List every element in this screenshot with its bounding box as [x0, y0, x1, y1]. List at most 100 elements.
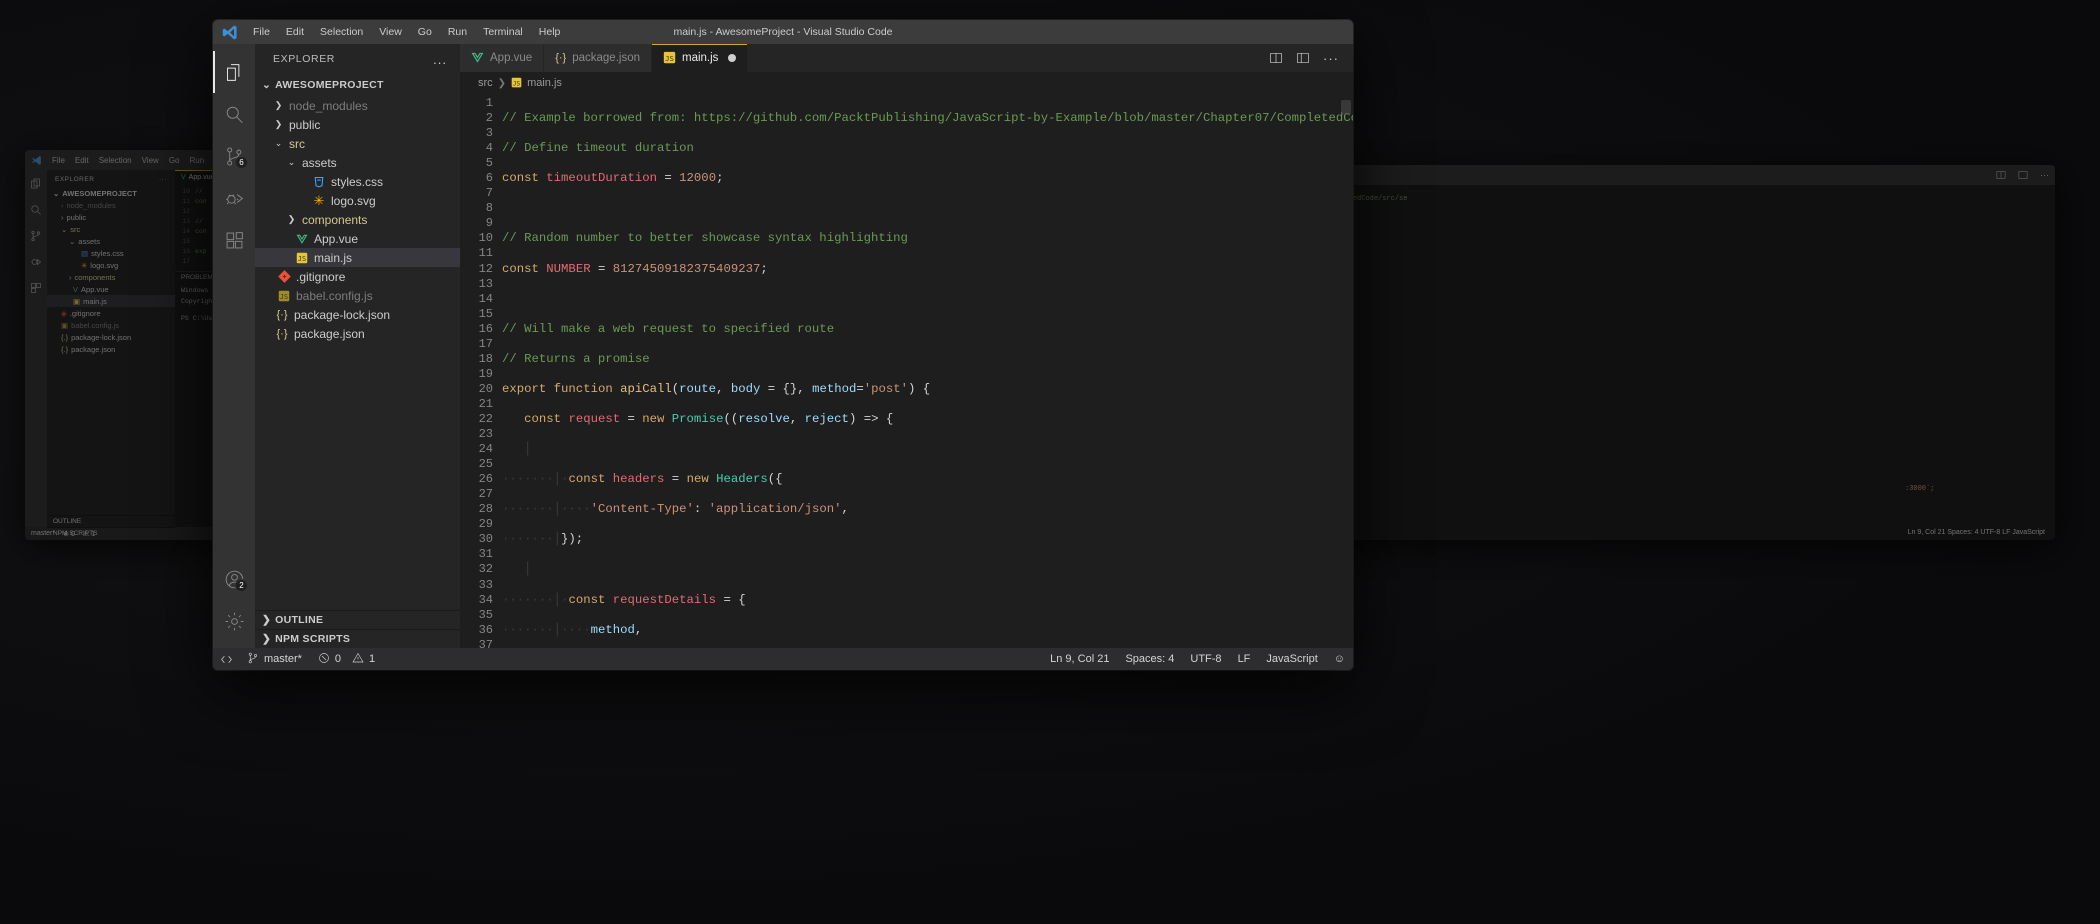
menu-file[interactable]: File — [245, 24, 278, 40]
bg-left-activity-bar[interactable] — [25, 170, 47, 527]
status-problems[interactable]: 0 1 — [310, 648, 383, 670]
activity-item-run-debug[interactable] — [213, 177, 255, 219]
vscode-main-window[interactable]: File Edit Selection View Go Run Terminal… — [213, 20, 1353, 670]
tree-root-awesomeproject[interactable]: ⌄ AWESOMEPROJECT — [255, 74, 460, 96]
breadcrumb-item-main-js[interactable]: main.js — [527, 77, 562, 89]
tab-app-vue[interactable]: App.vue — [460, 44, 545, 72]
status-cursor-position[interactable]: Ln 9, Col 21 — [1042, 648, 1117, 670]
editor-group[interactable]: App.vue {·} package.json JS main.js ··· … — [460, 44, 1353, 648]
editor-tabbar[interactable]: App.vue {·} package.json JS main.js ··· — [460, 44, 1353, 72]
bg-left-tree-item[interactable]: {.} package-lock.json — [47, 331, 175, 343]
status-indentation[interactable]: Spaces: 4 — [1117, 648, 1182, 670]
status-remote-indicator[interactable] — [213, 648, 239, 670]
bg-right-more-actions[interactable]: ··· — [2040, 170, 2049, 180]
layout-icon[interactable] — [2018, 170, 2028, 180]
activity-item-settings[interactable] — [213, 600, 255, 642]
bg-left-sidebar[interactable]: EXPLORER ··· ⌄ AWESOMEPROJECT › node_module… — [47, 170, 175, 537]
menu-terminal[interactable]: Terminal — [475, 24, 531, 40]
tree-item-logo-svg[interactable]: ✳ logo.svg — [255, 191, 460, 210]
bg-right-statusbar[interactable]: Ln 9, Col 21 Spaces: 4 UTF-8 LF JavaScri… — [1908, 529, 2045, 536]
tree-item-package-json[interactable]: {·} package.json — [255, 324, 460, 343]
bg-left-tree-item[interactable]: V App.vue — [47, 283, 175, 295]
bg-left-warnings[interactable]: ⚠ 1 — [83, 530, 95, 538]
tree-item-components[interactable]: ❯ components — [255, 210, 460, 229]
status-bar[interactable]: master* 0 1 Ln 9, Col 21 Spaces: 4 UTF-8 — [213, 648, 1353, 670]
search-icon[interactable] — [30, 204, 42, 216]
sidebar-more-actions-icon[interactable]: ... — [433, 53, 447, 66]
editor-scrollbar[interactable] — [1341, 100, 1351, 116]
tab-package-json[interactable]: {·} package.json — [544, 44, 652, 72]
bg-left-menu-view[interactable]: View — [142, 156, 159, 165]
bg-left-tree-root[interactable]: ⌄ AWESOMEPROJECT — [47, 187, 175, 199]
bg-left-errors[interactable]: ⊗ 0 — [63, 530, 75, 538]
tree-item-gitignore[interactable]: .gitignore — [255, 267, 460, 286]
bg-left-menu-file[interactable]: File — [52, 156, 65, 165]
tree-item-public[interactable]: ❯ public — [255, 115, 460, 134]
tree-item-app-vue[interactable]: App.vue — [255, 229, 460, 248]
split-editor-icon[interactable] — [1996, 170, 2006, 180]
run-debug-icon[interactable] — [30, 256, 42, 268]
bg-left-menu-edit[interactable]: Edit — [75, 156, 89, 165]
run-debug-icon — [225, 193, 243, 204]
menu-selection[interactable]: Selection — [312, 24, 371, 40]
code-content[interactable]: // Example borrowed from: https://github… — [502, 94, 1353, 648]
status-feedback-smiley-icon[interactable]: ☺ — [1326, 648, 1353, 670]
menu-edit[interactable]: Edit — [278, 24, 312, 40]
status-eol[interactable]: LF — [1230, 648, 1259, 670]
status-encoding[interactable]: UTF-8 — [1182, 648, 1229, 670]
activity-item-explorer[interactable] — [213, 51, 255, 93]
extensions-icon[interactable] — [30, 282, 42, 294]
menu-bar[interactable]: File Edit Selection View Go Run Terminal… — [245, 24, 568, 40]
status-branch[interactable]: master* — [239, 648, 310, 670]
tree-item-assets[interactable]: ⌄ assets — [255, 153, 460, 172]
activity-item-source-control[interactable]: 6 — [213, 135, 255, 177]
bg-left-tree-item[interactable]: ⌄ src — [47, 223, 175, 235]
activity-item-extensions[interactable] — [213, 219, 255, 261]
sidebar-section-outline[interactable]: ❯ OUTLINE — [255, 610, 460, 629]
split-editor-icon[interactable] — [1269, 51, 1283, 65]
tree-item-src[interactable]: ⌄ src — [255, 134, 460, 153]
bg-left-section-outline[interactable]: OUTLINE — [47, 515, 175, 527]
bg-left-menu-selection[interactable]: Selection — [99, 156, 132, 165]
activity-bar[interactable]: 6 2 — [213, 44, 255, 648]
menu-view[interactable]: View — [371, 24, 410, 40]
menu-help[interactable]: Help — [531, 24, 569, 40]
tab-dirty-indicator[interactable] — [728, 54, 737, 62]
sidebar-section-npm-scripts[interactable]: ❯ NPM SCRIPTS — [255, 629, 460, 648]
tree-item-styles-css[interactable]: styles.css — [255, 172, 460, 191]
bg-left-tree-item[interactable]: ✳ logo.svg — [47, 259, 175, 271]
bg-left-tree-item[interactable]: › node_modules — [47, 199, 175, 211]
file-tree[interactable]: ⌄ AWESOMEPROJECT ❯ node_modules ❯ public — [255, 74, 460, 610]
tree-item-package-lock-json[interactable]: {·} package-lock.json — [255, 305, 460, 324]
explorer-icon[interactable] — [30, 178, 42, 190]
tree-item-babel-config[interactable]: JS babel.config.js — [255, 286, 460, 305]
bg-left-menu-go[interactable]: Go — [169, 156, 180, 165]
menu-run[interactable]: Run — [440, 24, 475, 40]
layout-icon[interactable] — [1296, 51, 1310, 65]
activity-item-accounts[interactable]: 2 — [213, 558, 255, 600]
breadcrumb-item-src[interactable]: src — [478, 77, 493, 89]
bg-left-tree-item[interactable]: ▤ styles.css — [47, 247, 175, 259]
editor-more-actions-icon[interactable]: ··· — [1323, 52, 1339, 65]
bg-left-tree-item[interactable]: {.} package.json — [47, 343, 175, 355]
sidebar[interactable]: EXPLORER ... ⌄ AWESOMEPROJECT ❯ node_mod… — [255, 44, 460, 648]
bg-left-branch[interactable]: master* — [31, 530, 55, 537]
source-control-icon[interactable] — [30, 230, 42, 242]
activity-item-search[interactable] — [213, 93, 255, 135]
bg-left-tree-item[interactable]: ▣ babel.config.js — [47, 319, 175, 331]
bg-left-tree-item[interactable]: ⌄ assets — [47, 235, 175, 247]
bg-left-tree-item[interactable]: › components — [47, 271, 175, 283]
breadcrumb[interactable]: src ❯ JS main.js — [460, 72, 1353, 94]
bg-left-menu-run[interactable]: Run — [189, 156, 204, 165]
bg-left-tree-item[interactable]: ▣ main.js — [47, 295, 175, 307]
code-editor[interactable]: 123456 7 8 9 10 11 12 13 14 15 16 17 18 19 20 21 22 23… — [460, 94, 1353, 648]
tree-item-node-modules[interactable]: ❯ node_modules — [255, 96, 460, 115]
sidebar-sections[interactable]: ❯ OUTLINE ❯ NPM SCRIPTS — [255, 610, 460, 648]
status-language-mode[interactable]: JavaScript — [1258, 648, 1325, 670]
bg-left-tree-item[interactable]: › public — [47, 211, 175, 223]
menu-go[interactable]: Go — [410, 24, 440, 40]
editor-actions[interactable]: ··· — [1255, 44, 1353, 72]
tree-item-main-js[interactable]: JS main.js — [255, 248, 460, 267]
bg-left-tree-item[interactable]: ◈ .gitignore — [47, 307, 175, 319]
tab-main-js[interactable]: JS main.js — [652, 44, 749, 72]
